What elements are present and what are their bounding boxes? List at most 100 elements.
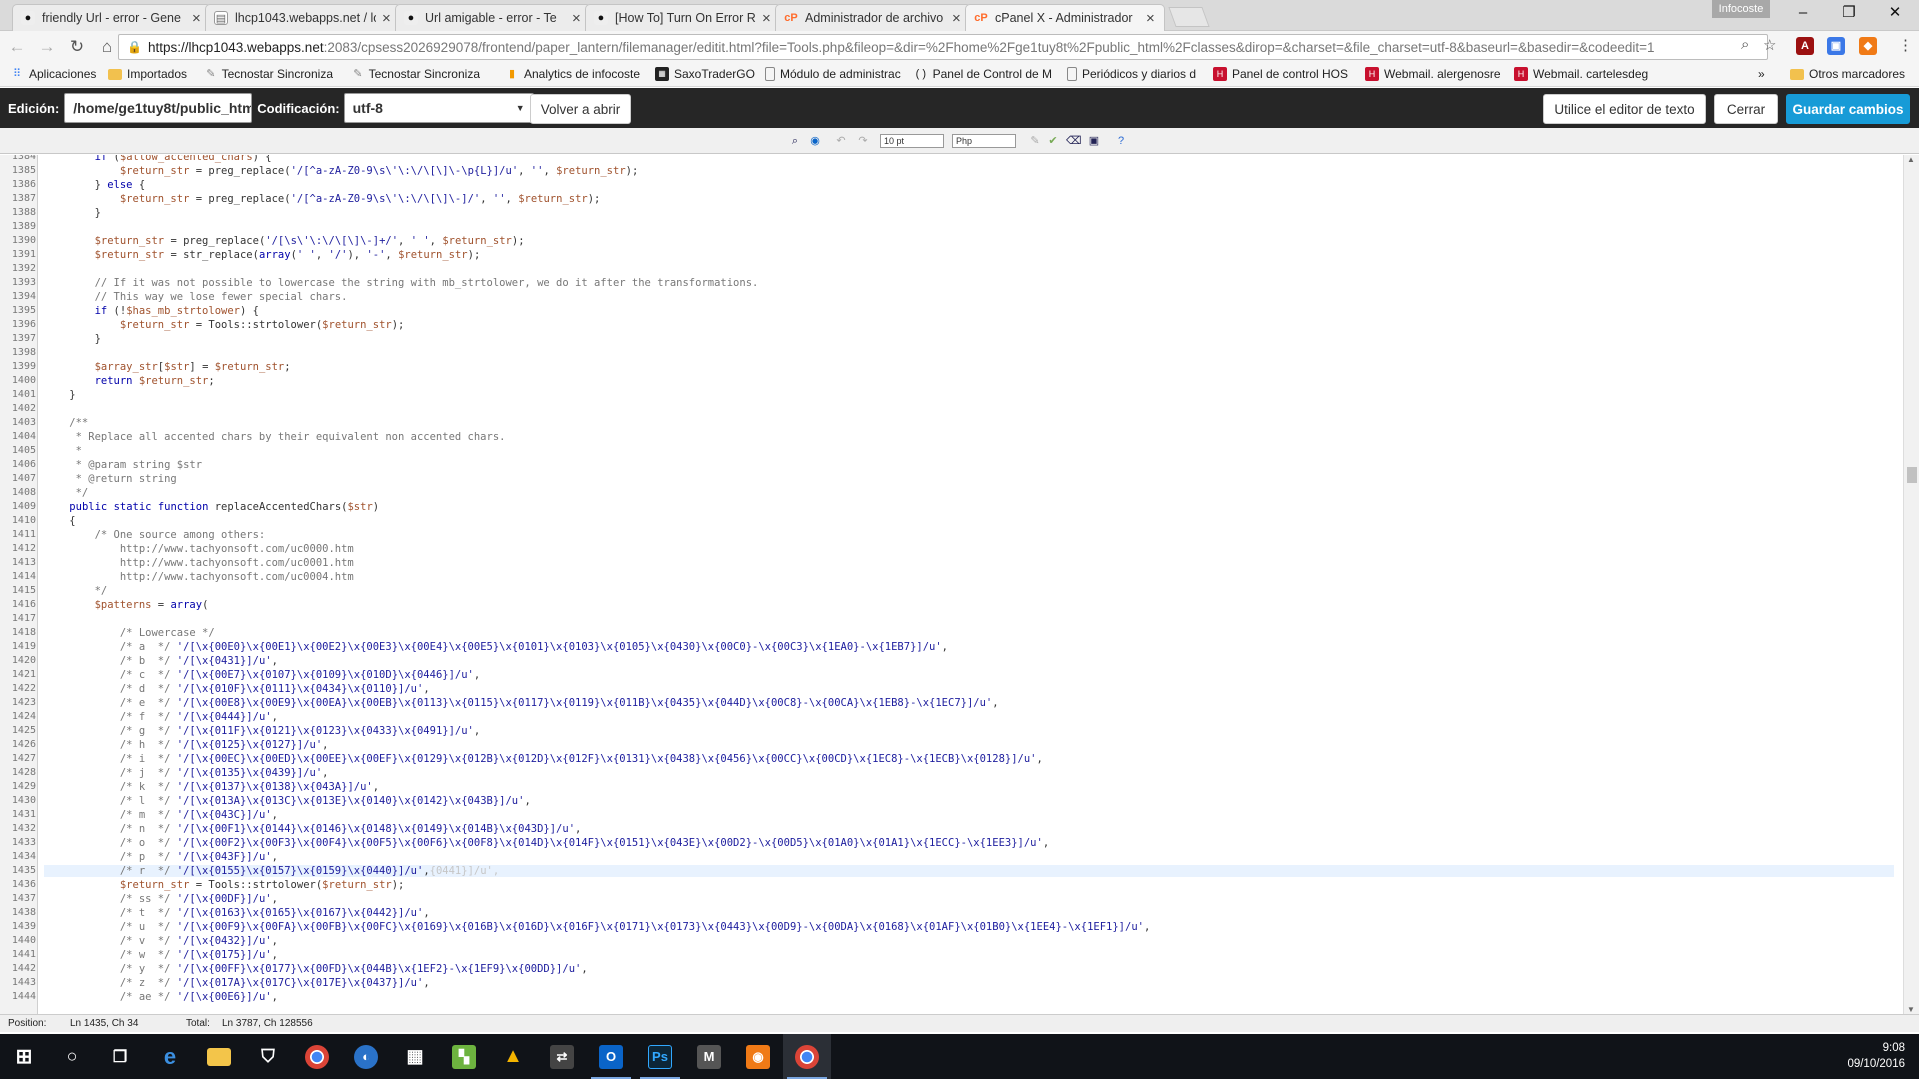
code-line[interactable]: http://www.tachyonsoft.com/uc0001.htm <box>44 557 354 569</box>
browser-tab-1[interactable]: ▤ lhcp1043.webapps.net / lo × <box>205 4 401 31</box>
code-line[interactable]: { <box>44 515 75 527</box>
code-line[interactable]: * @param string $str <box>44 459 202 471</box>
bookmark-item[interactable]: H Webmail. cartelesdeg <box>1514 67 1652 81</box>
scroll-down-icon[interactable]: ▼ <box>1907 1005 1915 1014</box>
highlight-icon[interactable]: ✎ <box>1028 134 1042 148</box>
code-editor[interactable]: 1384 1385 1386 1387 1388 1389 1390 1391 1392 1393… <box>0 155 1903 1014</box>
code-line[interactable]: // If it was not possible to lowercase t… <box>44 277 759 289</box>
browser-tab-4[interactable]: cP Administrador de archivo × <box>775 4 971 31</box>
close-button[interactable]: Cerrar <box>1714 94 1778 124</box>
bookmark-item[interactable]: ( ) Panel de Control de M <box>914 67 1052 81</box>
vertical-scrollbar[interactable]: ▲ ▼ <box>1903 155 1919 1014</box>
code-line[interactable]: /* h */ '/[\x{0125}\x{0127}]/u', <box>44 739 329 751</box>
bookmark-item[interactable]: ✎ Tecnostar Sincroniza <box>205 67 333 81</box>
code-line[interactable]: http://www.tachyonsoft.com/uc0004.htm <box>44 571 354 583</box>
code-line[interactable]: /* n */ '/[\x{00F1}\x{0144}\x{0146}\x{01… <box>44 823 582 835</box>
code-line[interactable]: */ <box>44 487 89 499</box>
browser-tab-2[interactable]: ● Url amigable - error - Te × <box>395 4 591 31</box>
code-line[interactable]: if (!$has_mb_strtolower) { <box>44 305 259 317</box>
maximize-icon[interactable]: ❐ <box>1826 0 1872 26</box>
code-line[interactable]: $return_str = Tools::strtolower($return_… <box>44 319 405 331</box>
taskbar-app[interactable]: ◐ <box>342 1034 390 1079</box>
code-line[interactable]: /* z */ '/[\x{017A}\x{017C}\x{017E}\x{04… <box>44 977 430 989</box>
taskbar-app[interactable]: ◉ <box>734 1034 782 1079</box>
code-line[interactable]: } <box>44 207 101 219</box>
taskbar-drive[interactable]: ▲ <box>489 1034 537 1079</box>
reset-highlight-icon[interactable]: ⌫ <box>1066 134 1082 148</box>
scrollbar-thumb[interactable] <box>1907 467 1917 483</box>
search-icon[interactable]: ⌕ <box>788 134 802 148</box>
code-line[interactable]: /* One source among others: <box>44 529 266 541</box>
bookmark-item[interactable]: ▮ Analytics de infocoste <box>505 67 643 81</box>
taskbar-calendar[interactable]: ▦ <box>391 1034 439 1079</box>
close-tab-icon[interactable]: × <box>192 10 202 27</box>
code-line[interactable]: /* i */ '/[\x{00EC}\x{00ED}\x{00EE}\x{00… <box>44 753 1043 765</box>
browser-tab-5[interactable]: cP cPanel X - Administrador × <box>965 4 1165 31</box>
pdf-extension-icon[interactable]: A <box>1796 37 1814 55</box>
code-line[interactable]: $return_str = preg_replace('/[^a-zA-Z0-9… <box>44 165 638 177</box>
menu-icon[interactable]: ⋮ <box>1898 36 1913 54</box>
bookmark-item[interactable]: ▦ SaxoTraderGO <box>655 67 765 81</box>
close-tab-icon[interactable]: × <box>952 10 962 27</box>
bookmark-apps[interactable]: ⠿ Aplicaciones <box>10 67 96 81</box>
new-tab-button[interactable] <box>1168 7 1210 27</box>
code-line[interactable]: /* m */ '/[\x{043C}]/u', <box>44 809 278 821</box>
taskbar-app[interactable]: ⇄ <box>538 1034 586 1079</box>
code-line[interactable]: /* y */ '/[\x{00FF}\x{0177}\x{00FD}\x{04… <box>44 963 588 975</box>
redo-icon[interactable]: ↷ <box>856 134 870 148</box>
code-line[interactable]: $return_str = Tools::strtolower($return_… <box>44 879 405 891</box>
code-line[interactable]: /* u */ '/[\x{00F9}\x{00FA}\x{00FB}\x{00… <box>44 921 1150 933</box>
profile-badge[interactable]: Infocoste <box>1712 0 1770 18</box>
start-button[interactable]: ⊞ <box>0 1034 48 1079</box>
task-view-button[interactable]: ❐ <box>96 1034 144 1079</box>
browser-tab-3[interactable]: ● [How To] Turn On Error R × <box>585 4 781 31</box>
bookmark-item[interactable]: H Webmail. alergenosre <box>1365 67 1503 81</box>
encoding-select[interactable]: utf-8 ▼ <box>343 93 534 123</box>
address-bar[interactable]: 🔒 https://lhcp1043.webapps.net:2083/cpse… <box>118 34 1768 60</box>
bookmark-item[interactable]: Módulo de administrac <box>765 67 903 81</box>
code-line[interactable]: $return_str = preg_replace('/[^a-zA-Z0-9… <box>44 193 601 205</box>
undo-icon[interactable]: ↶ <box>834 134 848 148</box>
code-line[interactable]: $return_str = preg_replace('/[\s\'\:\/\[… <box>44 235 525 247</box>
code-line[interactable]: /** <box>44 417 88 429</box>
code-line[interactable]: /* a */ '/[\x{00E0}\x{00E1}\x{00E2}\x{00… <box>44 641 948 653</box>
minimize-icon[interactable]: – <box>1780 0 1826 26</box>
reopen-button[interactable]: Volver a abrir <box>530 94 631 124</box>
code-line[interactable]: /* f */ '/[\x{0444}]/u', <box>44 711 278 723</box>
code-line[interactable]: */ <box>44 585 108 597</box>
close-tab-icon[interactable]: × <box>762 10 772 27</box>
code-line[interactable]: /* ae */ '/[\x{00E6}]/u', <box>44 991 278 1003</box>
taskbar-app[interactable]: ▚ <box>440 1034 488 1079</box>
code-line[interactable]: if ($allow_accented_chars) { <box>44 155 272 163</box>
taskbar-chrome-active[interactable] <box>783 1034 831 1079</box>
code-line[interactable]: } <box>44 333 101 345</box>
code-line[interactable]: /* v */ '/[\x{0432}]/u', <box>44 935 278 947</box>
code-line[interactable]: * @return string <box>44 473 177 485</box>
extension-icon[interactable]: ▣ <box>1827 37 1845 55</box>
code-line[interactable]: public static function replaceAccentedCh… <box>44 501 379 513</box>
code-line[interactable]: http://www.tachyonsoft.com/uc0000.htm <box>44 543 354 555</box>
close-tab-icon[interactable]: × <box>572 10 582 27</box>
syntax-toggle-icon[interactable]: ✔ <box>1046 134 1060 148</box>
taskbar-store[interactable]: ⛉ <box>244 1034 292 1079</box>
star-icon[interactable]: ☆ <box>1763 36 1776 54</box>
code-line[interactable]: } <box>44 389 75 401</box>
code-line[interactable]: /* l */ '/[\x{013A}\x{013C}\x{013E}\x{01… <box>44 795 531 807</box>
bookmark-other-folder[interactable]: Otros marcadores <box>1790 67 1905 81</box>
code-line[interactable]: /* t */ '/[\x{0163}\x{0165}\x{0167}\x{04… <box>44 907 430 919</box>
code-line[interactable]: // This way we lose fewer special chars. <box>44 291 348 303</box>
code-line[interactable]: return $return_str; <box>44 375 215 387</box>
code-line[interactable]: /* e */ '/[\x{00E8}\x{00E9}\x{00EA}\x{00… <box>44 697 999 709</box>
taskbar-edge[interactable]: e <box>146 1034 194 1079</box>
syntax-select[interactable]: Php <box>952 134 1016 148</box>
code-line[interactable]: /* w */ '/[\x{0175}]/u', <box>44 949 278 961</box>
bookmark-item[interactable]: H Panel de control HOS <box>1213 67 1348 81</box>
taskbar-outlook[interactable]: O <box>587 1034 635 1079</box>
extension-icon[interactable]: ◆ <box>1859 37 1877 55</box>
code-line[interactable]: $patterns = array( <box>44 599 209 611</box>
fullscreen-icon[interactable]: ▣ <box>1087 134 1101 148</box>
help-icon[interactable]: ? <box>1114 134 1128 148</box>
taskbar-chrome[interactable] <box>293 1034 341 1079</box>
taskbar-photoshop[interactable]: Ps <box>636 1034 684 1079</box>
close-tab-icon[interactable]: × <box>382 10 392 27</box>
